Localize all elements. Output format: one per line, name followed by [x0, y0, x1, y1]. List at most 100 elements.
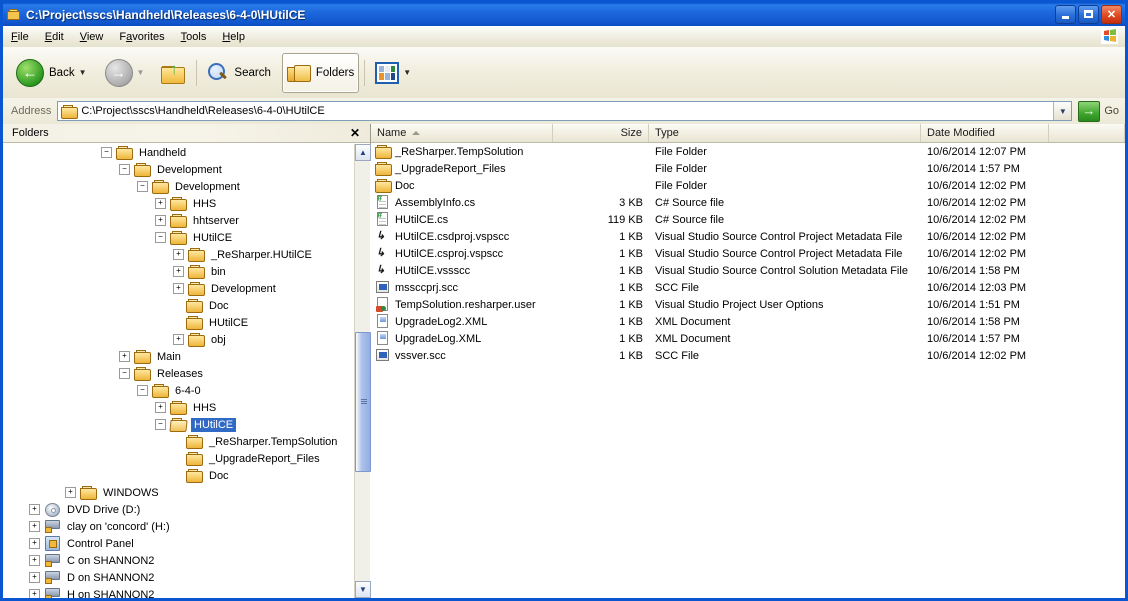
expand-icon[interactable]: + [29, 589, 40, 598]
expand-icon[interactable]: + [29, 538, 40, 549]
expand-icon[interactable]: + [173, 249, 184, 260]
tree-item[interactable]: + clay on 'concord' (H:) [3, 518, 353, 535]
expand-icon[interactable]: + [155, 215, 166, 226]
tree-item[interactable]: Doc [3, 467, 353, 484]
table-row[interactable]: TempSolution.resharper.user 1 KB Visual St… [371, 296, 1125, 313]
tree-item[interactable]: + obj [3, 331, 353, 348]
expand-icon[interactable]: + [155, 402, 166, 413]
column-header-date-modified[interactable]: Date Modified [921, 124, 1049, 142]
collapse-icon[interactable]: − [137, 181, 148, 192]
tree-item[interactable]: + Main [3, 348, 353, 365]
menu-item-favorites[interactable]: Favorites [111, 29, 172, 45]
file-list-rows[interactable]: _ReSharper.TempSolution File Folder 10/6/2… [371, 143, 1125, 598]
table-row[interactable]: # HUtilCE.cs 119 KB C# Source file 10/6/2014… [371, 211, 1125, 228]
menu-item-help[interactable]: Help [214, 29, 253, 45]
expand-icon[interactable]: + [173, 334, 184, 345]
tree-item[interactable]: + D on SHANNON2 [3, 569, 353, 586]
tree-item[interactable]: − Handheld [3, 144, 353, 161]
tree-item[interactable]: + HHS [3, 399, 353, 416]
table-row[interactable]: mssccprj.scc 1 KB SCC File 10/6/2014 12:03 … [371, 279, 1125, 296]
scroll-thumb[interactable] [355, 332, 371, 472]
expand-icon[interactable]: + [65, 487, 76, 498]
tree-item[interactable]: _ReSharper.TempSolution [3, 433, 353, 450]
table-row[interactable]: _ReSharper.TempSolution File Folder 10/6/2… [371, 143, 1125, 160]
menu-item-view[interactable]: View [72, 29, 112, 45]
tree-item[interactable]: − 6-4-0 [3, 382, 353, 399]
tree-item[interactable]: + Development [3, 280, 353, 297]
expand-icon[interactable]: + [173, 266, 184, 277]
scroll-down-button[interactable]: ▼ [355, 581, 371, 598]
column-header-type[interactable]: Type [649, 124, 921, 142]
table-row[interactable]: # AssemblyInfo.cs 3 KB C# Source file 10/6/2… [371, 194, 1125, 211]
minimize-button[interactable] [1055, 5, 1076, 24]
table-row[interactable]: Doc File Folder 10/6/2014 12:02 PM [371, 177, 1125, 194]
expand-icon[interactable]: + [29, 555, 40, 566]
expand-icon[interactable]: + [29, 521, 40, 532]
scroll-up-button[interactable]: ▲ [355, 144, 371, 161]
tree-item[interactable]: + hhtserver [3, 212, 353, 229]
tree-item[interactable]: + Control Panel [3, 535, 353, 552]
file-name-cell: ↳ HUtilCE.vssscc [371, 263, 553, 278]
tree-item[interactable]: + _ReSharper.HUtilCE [3, 246, 353, 263]
tree-item[interactable]: Doc [3, 297, 353, 314]
tree-item[interactable]: − HUtilCE [3, 229, 353, 246]
tree-item[interactable]: − Development [3, 178, 353, 195]
up-one-level-button[interactable]: ↑ [155, 53, 191, 93]
tree-item[interactable]: HUtilCE [3, 314, 353, 331]
collapse-icon[interactable]: − [137, 385, 148, 396]
tree-item[interactable]: _UpgradeReport_Files [3, 450, 353, 467]
expand-icon[interactable]: + [119, 351, 130, 362]
file-name-cell: _ReSharper.TempSolution [371, 144, 553, 159]
expand-icon[interactable]: + [29, 572, 40, 583]
tree-item[interactable]: + HHS [3, 195, 353, 212]
back-dropdown-chevron-icon[interactable]: ▼ [79, 68, 87, 77]
column-header-size[interactable]: Size [553, 124, 649, 142]
search-button[interactable]: Search [202, 53, 275, 93]
views-button[interactable]: ▼ [370, 53, 416, 93]
menu-item-edit[interactable]: Edit [37, 29, 72, 45]
close-button[interactable]: ✕ [1101, 5, 1122, 24]
expand-icon[interactable]: + [173, 283, 184, 294]
tree-item[interactable]: + H on SHANNON2 [3, 586, 353, 598]
maximize-button[interactable] [1078, 5, 1099, 24]
tree-item[interactable]: − Development [3, 161, 353, 178]
go-button[interactable]: Go [1078, 100, 1119, 122]
collapse-icon[interactable]: − [155, 419, 166, 430]
table-row[interactable]: ↳ HUtilCE.csdproj.vspscc 1 KB Visual Studio… [371, 228, 1125, 245]
tree-item[interactable]: + bin [3, 263, 353, 280]
tree-item[interactable]: + C on SHANNON2 [3, 552, 353, 569]
title-bar[interactable]: C:\Project\sscs\Handheld\Releases\6-4-0\… [3, 3, 1125, 26]
folder-tree[interactable]: − Handheld − Development − Development + HHS + hh… [3, 144, 371, 598]
tree-item[interactable]: + WINDOWS [3, 484, 353, 501]
folders-button[interactable]: Folders [281, 52, 360, 93]
folder-icon [188, 332, 205, 347]
back-button[interactable]: ← Back ▼ [11, 53, 92, 93]
collapse-icon[interactable]: − [155, 232, 166, 243]
collapse-icon[interactable]: − [119, 368, 130, 379]
address-input[interactable]: C:\Project\sscs\Handheld\Releases\6-4-0\… [57, 101, 1073, 121]
tree-scrollbar[interactable]: ▲ ▼ [354, 144, 371, 598]
menu-item-file[interactable]: File [3, 29, 37, 45]
explorer-window: C:\Project\sscs\Handheld\Releases\6-4-0\… [0, 0, 1128, 601]
forward-arrow-icon: → [104, 58, 133, 87]
table-row[interactable]: ↳ HUtilCE.vssscc 1 KB Visual Studio Source … [371, 262, 1125, 279]
tree-item[interactable]: − Releases [3, 365, 353, 382]
table-row[interactable]: vssver.scc 1 KB SCC File 10/6/2014 12:02 PM [371, 347, 1125, 364]
collapse-icon[interactable]: − [101, 147, 112, 158]
address-dropdown-chevron-icon[interactable]: ▼ [1053, 102, 1072, 120]
file-type-cell: Visual Studio Source Control Solution Me… [649, 265, 921, 277]
close-icon[interactable]: ✕ [350, 127, 370, 139]
table-row[interactable]: ↳ HUtilCE.csproj.vspscc 1 KB Visual Studio … [371, 245, 1125, 262]
table-row[interactable]: _UpgradeReport_Files File Folder 10/6/2014… [371, 160, 1125, 177]
collapse-icon[interactable]: − [119, 164, 130, 175]
views-dropdown-chevron-icon[interactable]: ▼ [403, 68, 411, 77]
expand-icon[interactable]: + [29, 504, 40, 515]
table-row[interactable]: UpgradeLog2.XML 1 KB XML Document 10/6/2014… [371, 313, 1125, 330]
tree-item[interactable]: − HUtilCE [3, 416, 353, 433]
expand-icon[interactable]: + [155, 198, 166, 209]
menu-item-tools[interactable]: Tools [173, 29, 215, 45]
tree-item-label: DVD Drive (D:) [67, 503, 141, 516]
column-header-name[interactable]: Name [371, 124, 553, 142]
table-row[interactable]: UpgradeLog.XML 1 KB XML Document 10/6/2014 … [371, 330, 1125, 347]
tree-item[interactable]: + DVD Drive (D:) [3, 501, 353, 518]
